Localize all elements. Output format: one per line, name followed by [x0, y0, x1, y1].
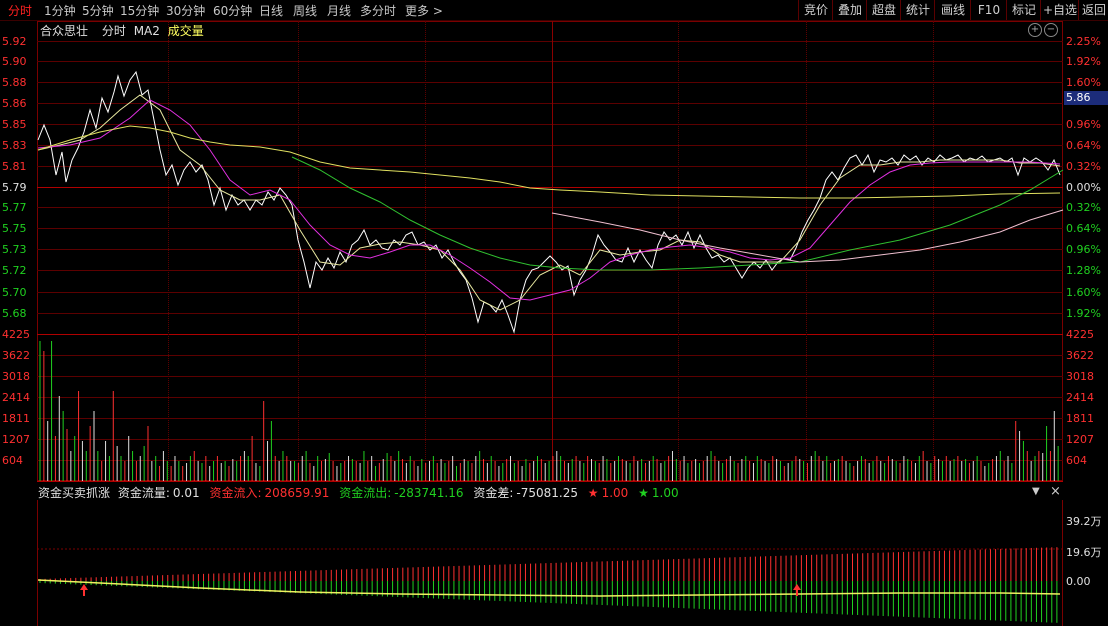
fund-outflow-value: -283741.16: [394, 486, 464, 500]
star-green-icon: ★: [638, 486, 649, 500]
fund-inflow-label: 资金流入:: [209, 486, 262, 500]
star-red-value: 1.00: [601, 486, 629, 500]
fund-inflow-value: 208659.91: [264, 486, 330, 500]
ma-green-line: [291, 156, 1064, 271]
star-red-icon: ★: [587, 486, 599, 500]
fund-title: 资金买卖抓涨: [38, 486, 111, 500]
chevron-down-icon[interactable]: ▼: [1032, 486, 1040, 497]
fund-panel-header: 资金买卖抓涨 资金流量: 0.01 资金流入: 208659.91 资金流出: -28…: [38, 484, 679, 501]
price-line: [37, 70, 1061, 334]
fund-diff-value: -75081.25: [516, 486, 578, 500]
fund-axis-label: 0.00: [1066, 575, 1091, 588]
fund-diff-label: 资金差:: [473, 486, 514, 500]
fund-panel-frame: [37, 500, 1063, 626]
fund-axis-label: 19.6万: [1066, 546, 1102, 559]
fund-flow-value: 0.01: [172, 486, 200, 500]
fund-outflow-label: 资金流出:: [339, 486, 392, 500]
close-icon[interactable]: ×: [1050, 484, 1061, 499]
star-green-value: 1.00: [651, 486, 679, 500]
fund-axis-label: 39.2万: [1066, 515, 1102, 528]
fund-flow-label: 资金流量:: [117, 486, 170, 500]
